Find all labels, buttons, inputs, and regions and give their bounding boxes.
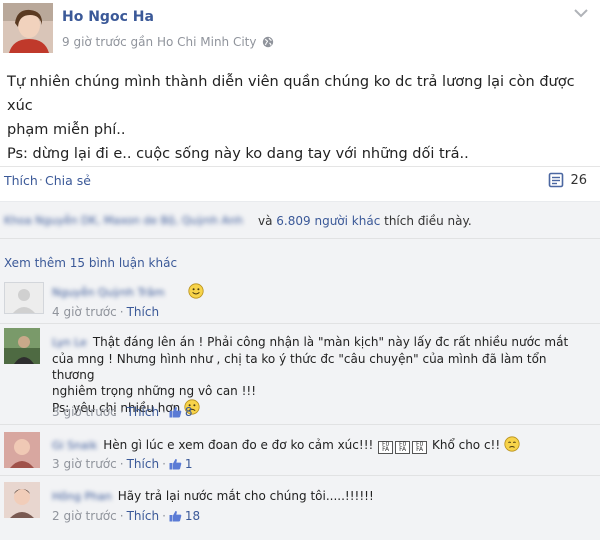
comment-like-button[interactable]: Thích xyxy=(127,405,159,419)
unknown-glyph-icon: F0 FA xyxy=(378,441,394,454)
comment-body: Hồng Phan Hãy trả lại nước mắt cho chúng … xyxy=(52,488,592,505)
comment-item: Gi Snaik Hèn gì lúc e xem đoan đo e đơ ko… xyxy=(0,424,600,474)
post-text-line: phạm miễn phí.. xyxy=(7,122,126,138)
comment-time[interactable]: 3 giờ trước xyxy=(52,457,117,471)
post-text-line: Ps: dừng lại đi e.. cuộc sống này ko dan… xyxy=(7,146,469,162)
comment-like-button[interactable]: Thích xyxy=(127,509,159,523)
comment-count-value: 26 xyxy=(570,172,587,188)
comment-like-count[interactable]: 8 xyxy=(185,405,193,419)
thumbs-up-icon xyxy=(169,510,182,522)
unknown-glyph-icon: F0 FA xyxy=(412,441,428,454)
comments-section: Xem thêm 15 bình luận khác Nguyễn Quỳnh … xyxy=(0,239,600,540)
author-name[interactable]: Ho Ngoc Ha xyxy=(62,9,154,25)
comment-item: Nguyễn Quỳnh Trâm 4 giờ trước · Thích xyxy=(0,276,600,322)
comment-avatar[interactable] xyxy=(4,432,40,468)
thumbs-up-icon xyxy=(169,458,182,470)
post-header: Ho Ngoc Ha 9 giờ trước gần Ho Chi Minh C… xyxy=(0,0,600,58)
comment-author[interactable]: Gi Snaik xyxy=(52,439,97,452)
comment-item: Lyn Le Thật đáng lên án ! Phải công nhận … xyxy=(0,323,600,423)
comment-meta: 2 giờ trước · Thích · 18 xyxy=(52,509,201,523)
comment-author[interactable]: Lyn Le xyxy=(52,336,87,349)
comment-text: Hèn gì lúc e xem đoan đo e đơ ko cảm xúc… xyxy=(103,438,374,452)
likes-others-link[interactable]: 6.809 người khác xyxy=(276,214,380,228)
view-more-comments-link[interactable]: Xem thêm 15 bình luận khác xyxy=(4,256,177,270)
post-actions: Thích · Chia sẻ 26 xyxy=(0,166,600,196)
thumbs-up-icon xyxy=(169,406,182,418)
comment-author[interactable]: Nguyễn Quỳnh Trâm xyxy=(52,286,165,299)
comment-body: Lyn Le Thật đáng lên án ! Phải công nhận … xyxy=(52,334,592,416)
comment-meta: 3 giờ trước · Thích · 1 xyxy=(52,457,193,471)
chevron-down-icon[interactable] xyxy=(574,8,588,18)
comment-meta: 3 giờ trước · Thích · 8 xyxy=(52,405,193,419)
comment-like-count[interactable]: 18 xyxy=(185,509,200,523)
likes-summary: Khoa Nguyễn DK, Maxon de Bộ, Quỳnh Anh v… xyxy=(0,201,600,239)
comment-time[interactable]: 3 giờ trước xyxy=(52,405,117,419)
comment-time[interactable]: 2 giờ trước xyxy=(52,509,117,523)
comment-text-line: Lyn Le Thật đáng lên án ! Phải công nhận … xyxy=(52,334,592,351)
comment-body: Gi Snaik Hèn gì lúc e xem đoan đo e đơ ko… xyxy=(52,436,592,454)
unknown-glyph-icon: F0 FA xyxy=(395,441,411,454)
post-timestamp[interactable]: 9 giờ trước gần Ho Chi Minh City xyxy=(62,35,257,49)
comment-item: Hồng Phan Hãy trả lại nước mắt cho chúng … xyxy=(0,475,600,527)
likes-and: và xyxy=(258,214,273,228)
like-button[interactable]: Thích xyxy=(4,173,38,188)
likers-names[interactable]: Khoa Nguyễn DK, Maxon de Bộ, Quỳnh Anh xyxy=(4,214,243,227)
crying-emoji-icon xyxy=(504,436,520,452)
comment-text: Thật đáng lên án ! Phải công nhận là "mà… xyxy=(92,335,569,349)
comment-like-button[interactable]: Thích xyxy=(127,305,159,319)
comment-text: Hãy trả lại nước mắt cho chúng tôi.....!… xyxy=(117,489,374,503)
likes-text: và 6.809 người khác thích điều này. xyxy=(258,214,472,228)
comment-text-line: nghiêm trọng những ng vô can !!! xyxy=(52,384,257,398)
comment-count[interactable]: 26 xyxy=(548,172,587,188)
comment-time[interactable]: 4 giờ trước xyxy=(52,305,117,319)
action-separator: · xyxy=(39,173,43,187)
comment-icon xyxy=(549,172,564,188)
post-meta: 9 giờ trước gần Ho Chi Minh City xyxy=(62,35,274,49)
comment-like-count[interactable]: 1 xyxy=(185,457,193,471)
comment-avatar[interactable] xyxy=(4,328,40,364)
globe-icon[interactable] xyxy=(262,36,274,48)
comment-like-button[interactable]: Thích xyxy=(127,457,159,471)
post-text-line: Tự nhiên chúng mình thành diễn viên quần… xyxy=(7,74,575,114)
comment-author[interactable]: Hồng Phan xyxy=(52,490,112,503)
comment-text-line: của mng ! Nhưng hình như , chị ta ko ý t… xyxy=(52,352,547,382)
comment-avatar[interactable] xyxy=(4,482,40,518)
share-button[interactable]: Chia sẻ xyxy=(45,173,91,188)
likes-suffix: thích điều này. xyxy=(384,214,472,228)
comment-text: Khổ cho c!! xyxy=(431,438,501,452)
post-body: Tự nhiên chúng mình thành diễn viên quần… xyxy=(7,70,592,166)
comment-meta: 4 giờ trước · Thích xyxy=(52,305,160,319)
comment-avatar[interactable] xyxy=(4,282,44,314)
author-avatar[interactable] xyxy=(3,3,53,53)
smile-emoji-icon xyxy=(188,283,204,299)
